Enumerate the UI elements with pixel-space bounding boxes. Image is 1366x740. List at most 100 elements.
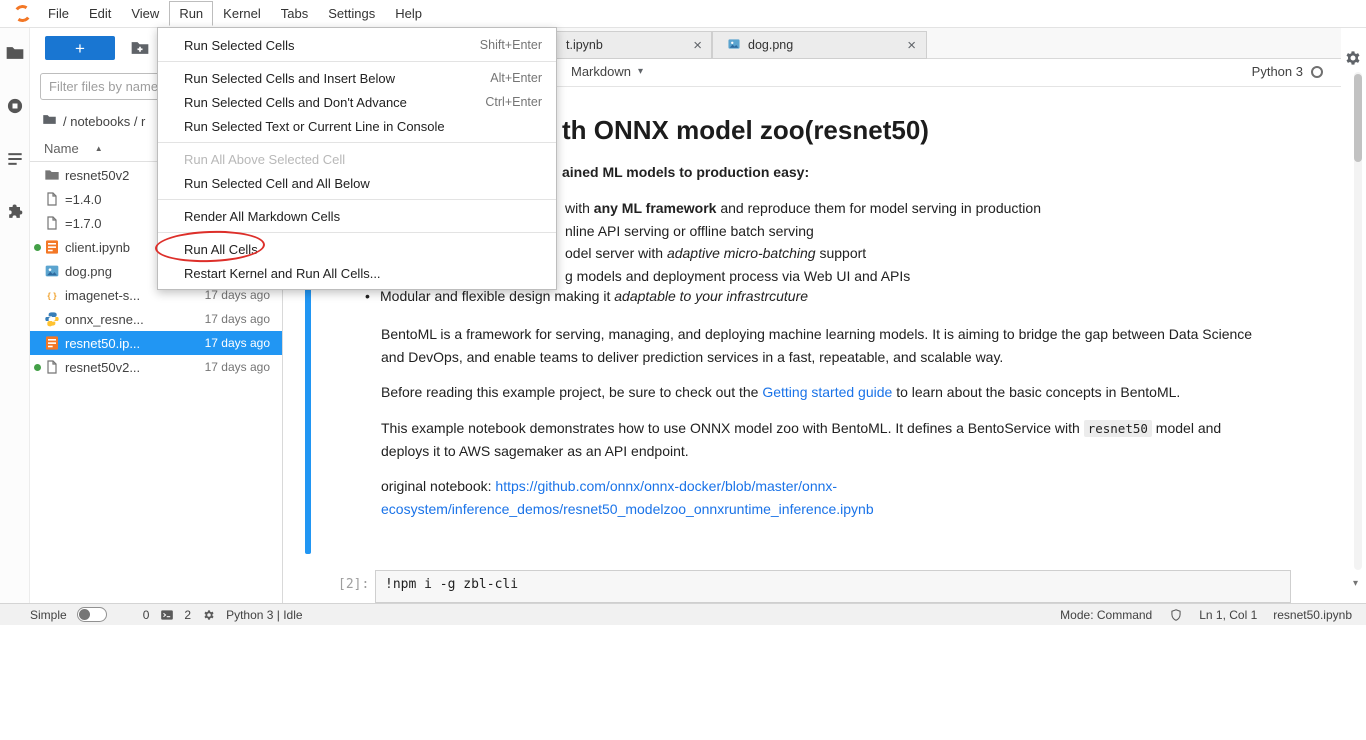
file-browser-icon[interactable] <box>4 42 26 64</box>
markdown-paragraph: original notebook: https://github.com/on… <box>381 475 1257 521</box>
cursor-position[interactable]: Ln 1, Col 1 <box>1199 608 1257 622</box>
markdown-title: th ONNX model zoo(resnet50) <box>562 115 929 146</box>
command-mode-indicator[interactable]: Mode: Command <box>1060 608 1152 622</box>
json-icon: { } <box>44 287 60 303</box>
status-bar: Simple 0 2 Python 3 | Idle Mode: Command… <box>0 603 1366 625</box>
top-menu-bar: File Edit View Run Kernel Tabs Settings … <box>0 0 1366 28</box>
python-file-icon <box>44 311 60 327</box>
name-column-header[interactable]: Name <box>44 141 79 156</box>
menu-item-run-selected-text-in-console[interactable]: Run Selected Text or Current Line in Con… <box>158 114 556 138</box>
running-dot <box>34 340 41 347</box>
menu-item-label: Run All Above Selected Cell <box>184 152 345 167</box>
trust-shield-icon[interactable] <box>1168 607 1183 622</box>
table-of-contents-icon[interactable] <box>4 148 26 170</box>
active-file-name[interactable]: resnet50.ipynb <box>1273 608 1352 622</box>
paragraph-text: original notebook: <box>381 478 495 494</box>
menu-item-label: Run Selected Cells and Insert Below <box>184 71 395 86</box>
code-cell-input[interactable]: !npm i -g zbl-cli <box>375 570 1291 603</box>
kernels-count[interactable]: 2 <box>184 608 191 622</box>
file-modified: 17 days ago <box>205 360 282 374</box>
file-name: =1.7.0 <box>65 216 102 231</box>
bullet-text: and reproduce them for model serving in … <box>716 200 1041 216</box>
menu-item-run-and-dont-advance[interactable]: Run Selected Cells and Don't AdvanceCtrl… <box>158 90 556 114</box>
menu-settings[interactable]: Settings <box>318 1 385 26</box>
paragraph-text: to learn about the basic concepts in Ben… <box>892 384 1180 400</box>
tab-dog-png[interactable]: dog.png × <box>712 31 927 59</box>
running-sessions-icon[interactable] <box>4 95 26 117</box>
status-bar-right: Mode: Command Ln 1, Col 1 resnet50.ipynb <box>1060 607 1352 622</box>
menu-separator <box>158 61 556 62</box>
kernel-idle-icon <box>1311 66 1323 78</box>
menu-item-render-all-markdown[interactable]: Render All Markdown Cells <box>158 204 556 228</box>
chevron-down-icon: ▾ <box>638 66 643 77</box>
bullet-marker: • <box>365 288 370 304</box>
kernel-name: Python 3 <box>1252 64 1303 79</box>
file-name: resnet50v2... <box>65 360 140 375</box>
menu-item-shortcut: Alt+Enter <box>490 71 542 85</box>
file-modified: 17 days ago <box>205 336 282 350</box>
file-modified: 17 days ago <box>205 312 282 326</box>
extension-manager-icon[interactable] <box>4 201 26 223</box>
breadcrumb[interactable]: / notebooks / r <box>42 112 145 130</box>
paragraph-text: Before reading this example project, be … <box>381 384 762 400</box>
gear-icon[interactable] <box>1343 48 1363 68</box>
menu-edit[interactable]: Edit <box>79 1 121 26</box>
new-launcher-button[interactable]: + <box>45 36 115 60</box>
original-notebook-link[interactable]: https://github.com/onnx/onnx-docker/blob… <box>495 478 837 494</box>
getting-started-link[interactable]: Getting started guide <box>762 384 892 400</box>
file-name: client.ipynb <box>65 240 130 255</box>
file-name: onnx_resne... <box>65 312 144 327</box>
file-name: =1.4.0 <box>65 192 102 207</box>
markdown-paragraph: This example notebook demonstrates how t… <box>381 417 1257 463</box>
menu-item-restart-and-run-all[interactable]: Restart Kernel and Run All Cells... <box>158 261 556 285</box>
original-notebook-link[interactable]: ecosystem/inference_demos/resnet50_model… <box>381 501 874 517</box>
menu-separator <box>158 142 556 143</box>
bullet-text: with <box>565 200 594 216</box>
notebook-icon <box>44 239 60 255</box>
menu-item-run-all-above[interactable]: Run All Above Selected Cell <box>158 147 556 171</box>
close-icon[interactable]: × <box>693 38 702 53</box>
menu-tabs[interactable]: Tabs <box>271 1 318 26</box>
bullet-text: g models and deployment process via Web … <box>565 268 910 284</box>
tab-label: t.ipynb <box>566 38 603 52</box>
close-icon[interactable]: × <box>907 38 916 53</box>
bullet-text: support <box>816 245 867 261</box>
menu-file[interactable]: File <box>38 1 79 26</box>
kernel-gear-icon[interactable] <box>201 607 216 622</box>
kernel-status[interactable]: Python 3 | Idle <box>226 608 303 622</box>
scroll-down-icon[interactable]: ▾ <box>1353 578 1358 589</box>
menu-item-run-selected-cells[interactable]: Run Selected CellsShift+Enter <box>158 33 556 57</box>
running-dot <box>34 172 41 179</box>
inline-code: resnet50 <box>1084 420 1152 437</box>
jupyterlab-window: File Edit View Run Kernel Tabs Settings … <box>0 0 1366 625</box>
menu-view[interactable]: View <box>121 1 169 26</box>
toggle-knob <box>79 609 90 620</box>
cell-type-select[interactable]: Markdown ▾ <box>571 64 643 79</box>
right-rail: ▾ <box>1341 28 1366 603</box>
file-name: resnet50v2 <box>65 168 129 183</box>
file-row[interactable]: resnet50v2... 17 days ago <box>30 355 282 379</box>
file-name: imagenet-s... <box>65 288 140 303</box>
menu-item-label: Render All Markdown Cells <box>184 209 340 224</box>
sort-ascending-icon: ▲ <box>95 144 103 153</box>
running-dot <box>34 220 41 227</box>
simple-mode-toggle[interactable] <box>77 607 107 622</box>
bullet-text: odel server with <box>565 245 667 261</box>
running-dot <box>34 268 41 275</box>
menu-item-label: Restart Kernel and Run All Cells... <box>184 266 381 281</box>
menu-kernel[interactable]: Kernel <box>213 1 271 26</box>
terminals-count[interactable]: 0 <box>143 608 150 622</box>
menu-help[interactable]: Help <box>385 1 432 26</box>
scrollbar-thumb[interactable] <box>1354 74 1362 162</box>
simple-mode-label: Simple <box>30 608 67 622</box>
file-row-selected[interactable]: resnet50.ip... 17 days ago <box>30 331 282 355</box>
execution-prompt: [2]: <box>338 577 369 592</box>
file-name: resnet50.ip... <box>65 336 140 351</box>
menu-run[interactable]: Run <box>169 1 213 26</box>
new-folder-icon[interactable] <box>130 38 150 58</box>
menu-item-run-and-insert-below[interactable]: Run Selected Cells and Insert Below Alt+E… <box>158 66 556 90</box>
file-row[interactable]: onnx_resne... 17 days ago <box>30 307 282 331</box>
kernel-indicator[interactable]: Python 3 <box>1252 64 1323 79</box>
terminal-icon[interactable] <box>159 607 174 622</box>
menu-item-run-cell-and-all-below[interactable]: Run Selected Cell and All Below <box>158 171 556 195</box>
